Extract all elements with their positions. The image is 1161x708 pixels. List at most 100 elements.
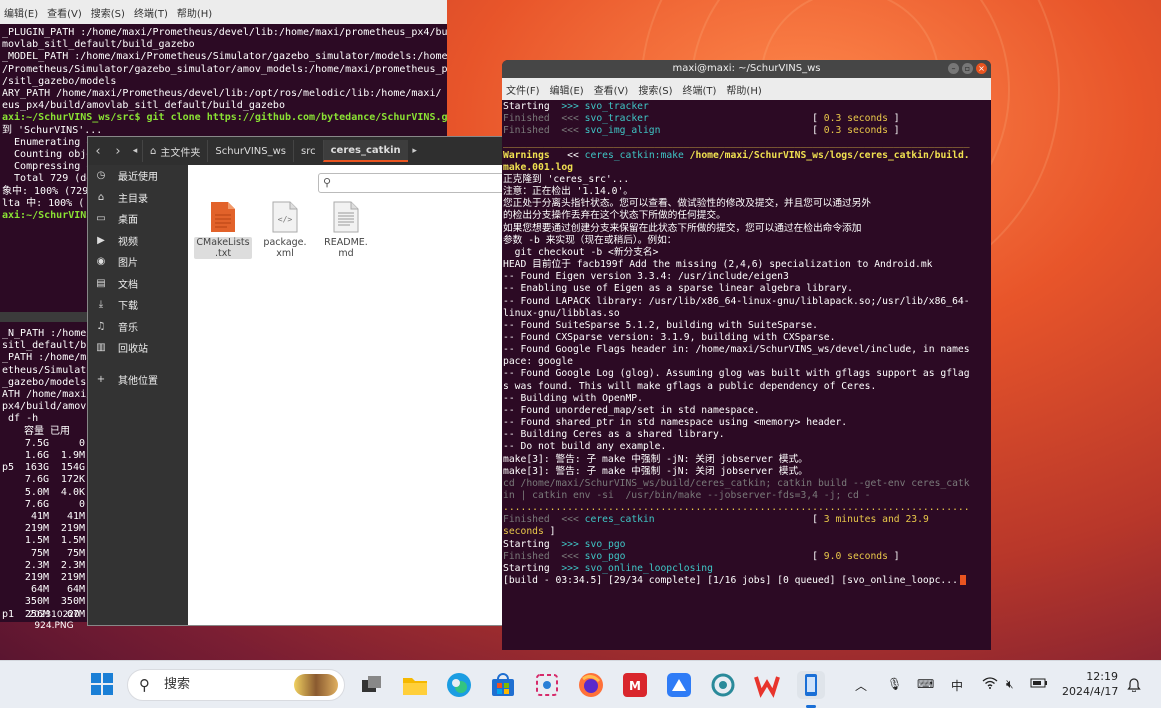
terminal-text: ceres_catkin <box>584 514 655 526</box>
snipping-tool-button[interactable] <box>533 671 561 699</box>
sidebar-item[interactable]: ⤓ 下载 <box>88 294 188 316</box>
terminal-line: movlab_sitl_default/build_gazebo <box>2 39 195 51</box>
breadcrumb-item[interactable]: src <box>293 140 323 162</box>
file-manager-window[interactable]: ‹ › ◂ ⌂ 主文件夹 SchurVINS_ws src ceres_catki… <box>87 136 508 626</box>
menu-item[interactable]: 编辑(E) <box>550 82 584 97</box>
sidebar-item[interactable]: ◷ 最近使用 <box>88 165 188 187</box>
file-item[interactable]: README. md <box>317 201 375 259</box>
show-hidden-icons[interactable]: ︿ <box>855 677 867 694</box>
chatgpt-button[interactable] <box>709 671 737 699</box>
search-field[interactable]: ⚲ <box>318 173 508 193</box>
terminal-line: pace: google <box>503 356 990 368</box>
feishu-button[interactable] <box>665 671 693 699</box>
clock-date: 2024/4/17 <box>1062 685 1119 698</box>
download-icon: ⤓ <box>98 299 104 311</box>
system-clock[interactable]: 12:19 2024/4/17 <box>1062 669 1118 699</box>
menu-item[interactable]: 文件(F) <box>506 82 540 97</box>
battery-icon[interactable] <box>1030 677 1048 692</box>
wifi-icon[interactable] <box>982 677 998 692</box>
notification-bell-icon[interactable] <box>1127 677 1141 695</box>
sidebar-item[interactable]: ▥ 回收站 <box>88 337 188 359</box>
menu-item[interactable]: 帮助(H) <box>177 5 212 20</box>
terminal-line: in | catkin env -si /usr/bin/make --jobs… <box>503 490 990 502</box>
wps-button[interactable] <box>753 671 781 699</box>
df-row: 2.3M 2.3M <box>2 560 85 572</box>
terminal-line: -- Found SuiteSparse 5.1.2, building wit… <box>503 320 990 332</box>
sidebar-item[interactable]: ◉ 图片 <box>88 251 188 273</box>
volume-muted-icon[interactable]: 🔇︎ <box>1006 677 1014 692</box>
file-item[interactable]: CMakeLists .txt <box>194 201 252 259</box>
sidebar-item[interactable]: ▭ 桌面 <box>88 208 188 230</box>
sidebar-item[interactable]: ▤ 文档 <box>88 273 188 295</box>
terminal-titlebar <box>0 312 87 322</box>
df-row: 7.5G 0 <box>2 438 85 450</box>
df-cell: 0 <box>78 437 85 449</box>
terminal-text: 注意：正在检出 '1.14.0'。 <box>503 186 633 198</box>
keyboard-icon[interactable]: ⌨ <box>917 677 934 691</box>
file-item[interactable]: </> package. xml <box>256 201 314 259</box>
menu-item[interactable]: 搜索(S) <box>638 82 672 97</box>
menu-item[interactable]: 查看(V) <box>47 5 82 20</box>
menu-item[interactable]: 终端(T) <box>683 82 717 97</box>
terminal-line: -- Found shared_ptr in std namespace usi… <box>503 417 990 429</box>
breadcrumb-label: 主文件夹 <box>160 147 201 159</box>
close-button[interactable]: × <box>976 63 987 74</box>
path-scroll-left[interactable]: ◂ <box>128 137 142 165</box>
forward-button[interactable]: › <box>108 137 128 165</box>
df-row: p5 163G 154G <box>2 462 85 474</box>
snipping-icon <box>536 674 558 696</box>
sidebar-item-label: 最近使用 <box>118 172 158 184</box>
df-cell: 219M <box>24 572 49 584</box>
path-scroll-right[interactable]: ▸ <box>408 137 422 165</box>
taskbar-search[interactable]: ⚲ 搜索 <box>127 669 345 701</box>
file-explorer-button[interactable] <box>401 671 429 699</box>
terminal-text: ceres_catkin:make <box>584 149 684 161</box>
menu-item[interactable]: 编辑(E) <box>4 5 38 20</box>
terminal-text: >>> svo_tracker <box>561 101 649 112</box>
caret-left-icon: ◂ <box>132 146 138 156</box>
clock-icon: ◷ <box>96 170 106 182</box>
breadcrumb-label: src <box>301 145 316 157</box>
sidebar-item[interactable]: ▶ 视频 <box>88 230 188 252</box>
breadcrumb-item[interactable]: SchurVINS_ws <box>207 140 293 162</box>
edge-browser-button[interactable] <box>445 671 473 699</box>
task-view-icon <box>362 676 381 692</box>
sidebar-item-label: 下载 <box>118 301 138 313</box>
terminal-line: -- Building with OpenMP. <box>503 393 990 405</box>
firefox-button[interactable] <box>577 671 605 699</box>
terminal-text: 您正处于分离头指针状态。您可以查看、做试验性的修改及提交，并且您可以通过另外 <box>503 198 872 210</box>
phone-link-button[interactable] <box>797 671 825 699</box>
menu-item[interactable]: 搜索(S) <box>91 5 125 20</box>
sidebar-item[interactable]: ⌂ 主目录 <box>88 187 188 209</box>
terminal-text: -- Enabling use of Eigen as a sparse lin… <box>503 283 853 295</box>
terminal-text: ] <box>887 550 900 562</box>
menu-item[interactable]: 终端(T) <box>134 5 168 20</box>
terminal-line: make[3]: 警告: 子 make 中强制 -jN: 关闭 jobserve… <box>503 454 990 466</box>
start-button[interactable] <box>89 671 117 699</box>
menu-item[interactable]: 查看(V) <box>594 82 629 97</box>
maximize-button[interactable]: ▫ <box>962 63 973 74</box>
input-method-indicator[interactable]: 中 <box>951 677 963 694</box>
sidebar-item[interactable]: ♫ 音乐 <box>88 316 188 338</box>
lower-terminal[interactable]: _N_PATH :/home/msitl_default/bu_PATH :/h… <box>0 312 87 622</box>
df-cell <box>2 474 14 486</box>
terminal-output[interactable]: Starting >>> svo_tracker Finished <<< svo… <box>502 100 991 650</box>
task-view-button[interactable] <box>357 671 385 699</box>
df-row: 1.6G 1.9M <box>2 450 85 462</box>
back-button[interactable]: ‹ <box>88 137 108 165</box>
breadcrumb-home[interactable]: ⌂ 主文件夹 <box>142 140 207 162</box>
app-button[interactable]: M <box>621 671 649 699</box>
main-terminal-window[interactable]: maxi@maxi: ~/SchurVINS_ws – ▫ × 文件(F) 编辑(… <box>502 60 991 650</box>
terminal-text: -- Building Ceres as a shared library. <box>503 429 725 441</box>
terminal-line: Finished <<< svo_img_align [ 0.3 seconds… <box>503 125 990 137</box>
store-button[interactable] <box>489 671 517 699</box>
breadcrumb-current[interactable]: ceres_catkin <box>322 140 408 162</box>
menu-item[interactable]: 帮助(H) <box>726 82 761 97</box>
microphone-icon[interactable]: 🎙︎ <box>887 677 902 691</box>
sidebar-item[interactable]: + 其他位置 <box>88 369 188 391</box>
desktop-file-icon[interactable]: 202310220 924.PNG <box>20 610 88 632</box>
minimize-button[interactable]: – <box>948 63 959 74</box>
terminal-text: 0.3 seconds <box>823 125 888 137</box>
terminal-line: Starting >>> svo_tracker <box>503 101 990 113</box>
terminal-text: Finished <<< <box>503 113 585 125</box>
